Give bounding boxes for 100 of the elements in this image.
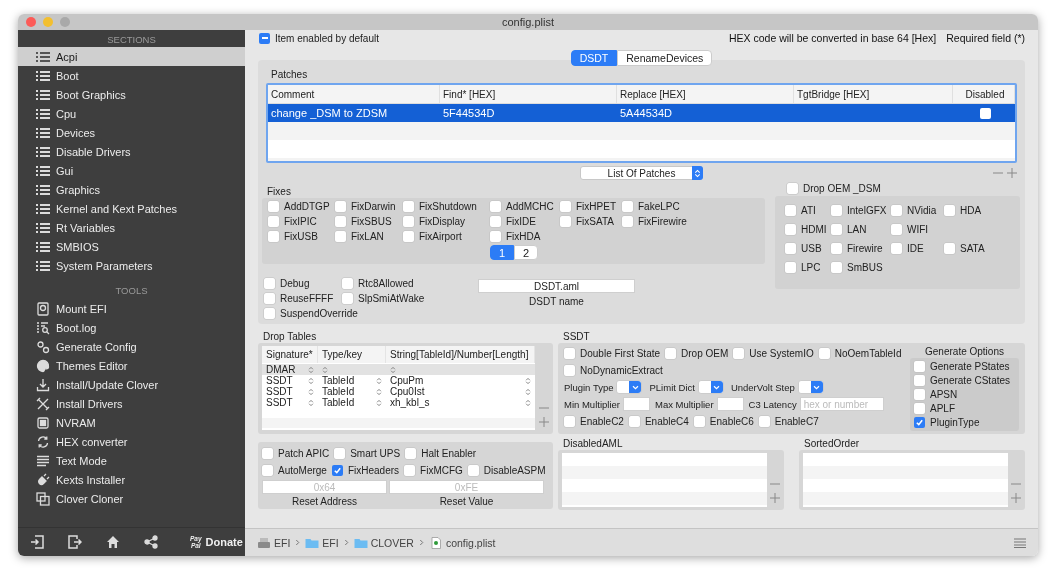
- checkbox[interactable]: [335, 216, 346, 227]
- plus-icon[interactable]: [539, 417, 549, 427]
- list-popup[interactable]: List Of Patches: [580, 166, 703, 180]
- page-button[interactable]: 1: [490, 245, 514, 260]
- checkbox[interactable]: [342, 293, 353, 304]
- checkbox[interactable]: [259, 32, 270, 44]
- checkbox[interactable]: [262, 464, 273, 476]
- login-icon[interactable]: [30, 535, 44, 549]
- checkbox[interactable]: [622, 201, 633, 212]
- checkbox[interactable]: [758, 415, 770, 427]
- logout-icon[interactable]: [68, 535, 82, 549]
- checkbox[interactable]: [787, 183, 798, 194]
- plus-icon[interactable]: [770, 493, 780, 503]
- input-field[interactable]: hex or number: [799, 397, 884, 411]
- checkbox[interactable]: [891, 243, 902, 254]
- checkbox[interactable]: [785, 243, 796, 254]
- checkbox[interactable]: [403, 231, 414, 242]
- table-row[interactable]: SSDT TableId CpuPm: [262, 375, 535, 386]
- path-item[interactable]: EFI: [305, 536, 339, 549]
- sidebar-item[interactable]: Devices: [18, 123, 245, 142]
- sidebar-item[interactable]: Themes Editor: [18, 356, 245, 375]
- sidebar-item[interactable]: SMBIOS: [18, 237, 245, 256]
- stepper-icon[interactable]: [390, 365, 396, 374]
- sidebar-item[interactable]: Disable Drivers: [18, 142, 245, 161]
- checkbox[interactable]: [335, 231, 346, 242]
- checkbox[interactable]: [560, 216, 571, 227]
- table-row[interactable]: change _DSM to ZDSM 5F44534D 5A44534D: [268, 104, 1015, 122]
- input-field[interactable]: [716, 397, 744, 411]
- stepper-icon[interactable]: [525, 387, 531, 396]
- checkbox[interactable]: [404, 464, 416, 476]
- sidebar-item[interactable]: Cpu: [18, 104, 245, 123]
- checkbox[interactable]: [268, 201, 279, 212]
- sidebar-item[interactable]: Kexts Installer: [18, 470, 245, 489]
- input-field[interactable]: 0xFE: [389, 480, 544, 494]
- checkbox[interactable]: [264, 278, 275, 289]
- sidebar-item[interactable]: Gui: [18, 161, 245, 180]
- share-icon[interactable]: [144, 535, 158, 549]
- checkbox[interactable]: [831, 243, 842, 254]
- checkbox[interactable]: [405, 447, 417, 459]
- menu-icon[interactable]: [1014, 537, 1026, 548]
- stepper-icon[interactable]: [322, 365, 328, 374]
- checkbox[interactable]: [831, 224, 842, 235]
- plus-icon[interactable]: [1011, 493, 1021, 503]
- sidebar-item[interactable]: Install/Update Clover: [18, 375, 245, 394]
- stepper-icon[interactable]: [525, 398, 531, 407]
- checkbox[interactable]: [693, 415, 705, 427]
- sidebar-item[interactable]: HEX converter: [18, 432, 245, 451]
- input-field[interactable]: [622, 397, 650, 411]
- checkbox[interactable]: [733, 347, 745, 359]
- checkbox[interactable]: [944, 243, 955, 254]
- table-row[interactable]: SSDT TableId Cpu0Ist: [262, 386, 535, 397]
- checkbox[interactable]: [264, 308, 275, 319]
- checkbox[interactable]: [334, 447, 346, 459]
- checkbox[interactable]: [560, 201, 571, 212]
- path-item[interactable]: EFI: [257, 536, 291, 549]
- close-button[interactable]: [26, 17, 36, 27]
- stepper-icon[interactable]: [376, 398, 382, 407]
- stepper-icon[interactable]: [308, 365, 314, 374]
- checkbox[interactable]: [490, 201, 501, 212]
- stepper-icon[interactable]: [376, 387, 382, 396]
- page-button[interactable]: 2: [514, 245, 538, 260]
- checkbox[interactable]: [331, 464, 343, 476]
- checkbox[interactable]: [564, 347, 575, 359]
- sidebar-item[interactable]: Clover Cloner: [18, 489, 245, 508]
- checkbox[interactable]: [564, 415, 575, 427]
- checkbox[interactable]: [785, 205, 796, 216]
- dropdown[interactable]: [616, 380, 643, 394]
- checkbox[interactable]: [564, 364, 575, 376]
- checkbox[interactable]: [944, 205, 955, 216]
- tab[interactable]: RenameDevices: [617, 50, 713, 66]
- minimize-button[interactable]: [43, 17, 53, 27]
- sidebar-item[interactable]: Mount EFI: [18, 299, 245, 318]
- checkbox[interactable]: [785, 224, 796, 235]
- home-icon[interactable]: [106, 535, 120, 549]
- checkbox[interactable]: [628, 415, 640, 427]
- sidebar-item[interactable]: Kernel and Kext Patches: [18, 199, 245, 218]
- checkbox[interactable]: [335, 201, 346, 212]
- sidebar-item[interactable]: Rt Variables: [18, 218, 245, 237]
- checkbox[interactable]: [490, 216, 501, 227]
- stepper-icon[interactable]: [525, 376, 531, 385]
- checkbox[interactable]: [622, 216, 633, 227]
- sidebar-item[interactable]: NVRAM: [18, 413, 245, 432]
- checkbox[interactable]: [262, 447, 273, 459]
- stepper-icon[interactable]: [308, 376, 314, 385]
- sidebar-item[interactable]: Install Drivers: [18, 394, 245, 413]
- table-row[interactable]: SSDT TableId xh_kbl_s: [262, 397, 535, 408]
- sidebar-item[interactable]: System Parameters: [18, 256, 245, 275]
- stepper-icon[interactable]: [308, 398, 314, 407]
- checkbox[interactable]: [268, 216, 279, 227]
- stepper-icon[interactable]: [308, 387, 314, 396]
- checkbox[interactable]: [914, 375, 925, 386]
- checkbox[interactable]: [831, 262, 842, 273]
- checkbox[interactable]: [665, 347, 677, 359]
- checkbox[interactable]: [342, 278, 353, 289]
- tab[interactable]: DSDT: [570, 50, 618, 66]
- checkbox[interactable]: [467, 464, 479, 476]
- checkbox[interactable]: [264, 293, 275, 304]
- checkbox[interactable]: [914, 417, 925, 428]
- checkbox[interactable]: [914, 403, 925, 414]
- checkbox[interactable]: [891, 205, 902, 216]
